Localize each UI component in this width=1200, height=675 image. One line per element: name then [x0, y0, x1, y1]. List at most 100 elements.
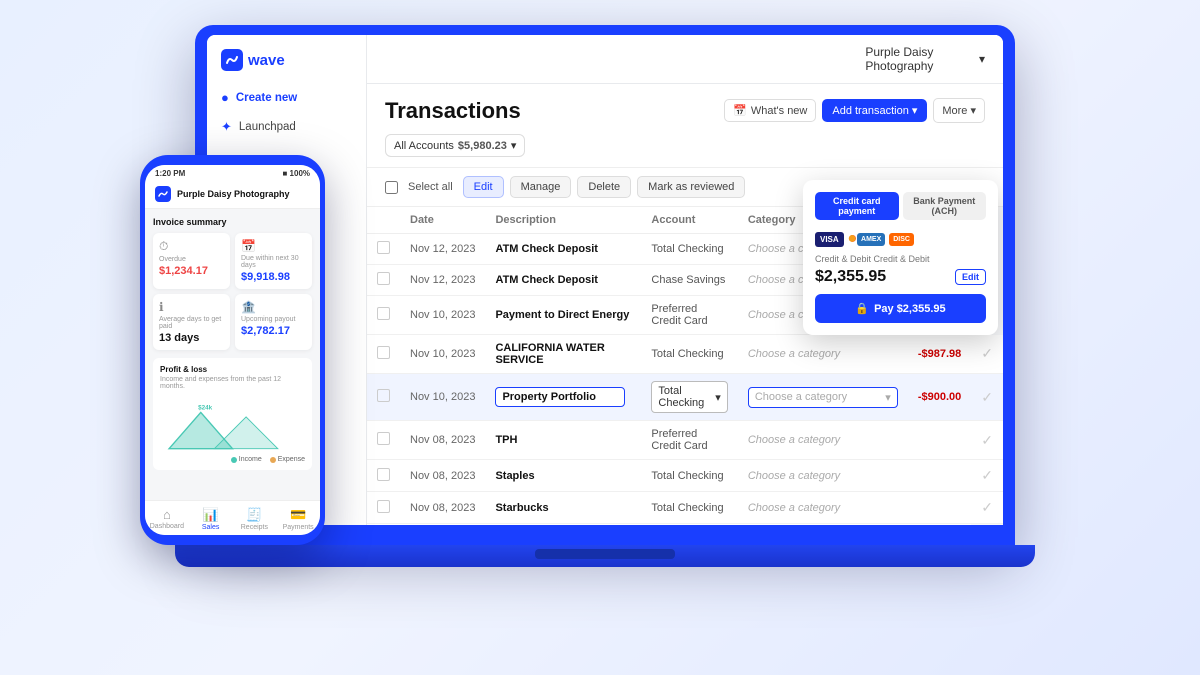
account-dropdown[interactable]: Total Checking ▾	[651, 381, 727, 413]
card-logos: VISA ●● AMEX DISC	[815, 230, 986, 248]
phone-company-name: Purple Daisy Photography	[177, 189, 290, 199]
check-icon[interactable]: ✓	[981, 432, 993, 448]
row-checkbox[interactable]	[377, 500, 390, 513]
tx-date: Nov 12, 2023	[400, 265, 485, 296]
launchpad-button[interactable]: ✦ Launchpad	[207, 112, 366, 142]
nav-receipts[interactable]: 🧾 Receipts	[233, 505, 277, 533]
nav-dashboard[interactable]: ⌂ Dashboard	[145, 505, 189, 533]
check-icon[interactable]: ✓	[981, 345, 993, 361]
nav-sales[interactable]: 📊 Sales	[189, 505, 233, 533]
chevron-down-icon: ▾	[970, 105, 976, 117]
table-row: Nov 10, 2023 CALIFORNIA WATER SERVICE To…	[367, 335, 1003, 374]
row-checkbox[interactable]	[377, 241, 390, 254]
sales-icon: 📊	[203, 507, 219, 523]
tx-description: Starbucks	[485, 492, 641, 524]
expense-dot	[270, 457, 276, 463]
check-icon[interactable]: ✓	[981, 389, 993, 405]
tx-category[interactable]: Choose a category	[738, 460, 908, 492]
filter-row: All Accounts $5,980.23 ▾	[385, 134, 985, 157]
company-label: Purple Daisy Photography	[865, 45, 975, 73]
row-checkbox[interactable]	[377, 389, 390, 402]
tx-description: ATM Check Deposit	[485, 234, 641, 265]
pnl-subtitle: Income and expenses from the past 12 mon…	[160, 376, 305, 390]
wave-wordmark: wave	[248, 52, 285, 69]
check-icon[interactable]: ✓	[981, 467, 993, 483]
tx-date: Nov 10, 2023	[400, 296, 485, 335]
topbar: Purple Daisy Photography ▾	[367, 35, 1003, 84]
row-checkbox[interactable]	[377, 346, 390, 359]
mastercard-logo: ●●	[848, 230, 853, 248]
table-row-editing: Nov 10, 2023 Total Checking ▾	[367, 374, 1003, 421]
table-row: Nov 08, 2023 Starbucks Total Checking Ch…	[367, 492, 1003, 524]
tx-account: Preferred Credit Card	[641, 421, 737, 460]
tx-date: Nov 08, 2023	[400, 492, 485, 524]
nav-payments[interactable]: 💳 Payments	[276, 505, 320, 533]
avg-label: Average days to get paid	[159, 316, 224, 330]
tx-description: TPH	[485, 421, 641, 460]
whats-new-button[interactable]: 📅 What's new	[724, 99, 816, 122]
clock-icon: ⏱	[159, 239, 224, 254]
phone-body: Invoice summary ⏱ Overdue $1,234.17 📅 Du…	[145, 209, 320, 500]
edit-payment-button[interactable]: Edit	[955, 269, 986, 285]
tx-date: Nov 05, 2023	[400, 524, 485, 526]
description-input[interactable]	[495, 387, 625, 407]
pay-button[interactable]: 🔒 Pay $2,355.95	[815, 294, 986, 323]
wave-logo-icon	[221, 49, 243, 71]
select-all-label: Select all	[408, 181, 453, 193]
tx-category[interactable]: Choose a category	[738, 335, 908, 374]
invoice-title: Invoice summary	[153, 217, 312, 227]
tx-category[interactable]: Choose a category	[738, 492, 908, 524]
category-dropdown[interactable]: Choose a category ▾	[748, 387, 898, 408]
row-checkbox[interactable]	[377, 468, 390, 481]
tx-category-edit[interactable]: Choose a category ▾	[738, 374, 908, 421]
check-icon[interactable]: ✓	[981, 499, 993, 515]
row-checkbox[interactable]	[377, 272, 390, 285]
overdue-card: ⏱ Overdue $1,234.17	[153, 233, 230, 289]
tx-description: BRANCH DEPOSIT	[485, 524, 641, 526]
pnl-chart: $24k	[160, 396, 305, 456]
tx-account: Preferred Credit Card	[641, 296, 737, 335]
transactions-header: Transactions 📅 What's new Add transactio…	[367, 84, 1003, 168]
svg-text:$24k: $24k	[198, 405, 213, 412]
chevron-down-icon: ▾	[912, 104, 918, 117]
add-transaction-button[interactable]: Add transaction ▾	[822, 99, 927, 122]
phone-time: 1:20 PM	[155, 169, 185, 178]
tx-date: Nov 08, 2023	[400, 421, 485, 460]
delete-button[interactable]: Delete	[577, 176, 631, 198]
tx-amount: -$987.98	[908, 335, 971, 374]
credit-card-tab[interactable]: Credit card payment	[815, 192, 899, 220]
upcoming-value: $2,782.17	[241, 325, 306, 337]
calendar-icon: 📅	[241, 239, 306, 253]
create-icon: ●	[221, 90, 229, 105]
invoice-grid: ⏱ Overdue $1,234.17 📅 Due within next 30…	[153, 233, 312, 350]
phone-logo	[155, 186, 171, 202]
upcoming-card: 🏦 Upcoming payout $2,782.17	[235, 294, 312, 350]
phone-battery: ■ 100%	[282, 169, 310, 178]
discover-logo: DISC	[889, 233, 914, 246]
create-label: Create new	[236, 92, 297, 104]
tx-account-edit[interactable]: Total Checking ▾	[641, 374, 737, 421]
ach-tab[interactable]: Bank Payment (ACH)	[903, 192, 987, 220]
tx-category[interactable]: Choose a category	[738, 421, 908, 460]
table-row: Nov 08, 2023 TPH Preferred Credit Card C…	[367, 421, 1003, 460]
row-checkbox[interactable]	[377, 307, 390, 320]
card-type-label: Credit & Debit Credit & Debit	[815, 254, 986, 264]
account-select[interactable]: All Accounts $5,980.23 ▾	[385, 134, 525, 157]
manage-button[interactable]: Manage	[510, 176, 572, 198]
tx-date: Nov 12, 2023	[400, 234, 485, 265]
create-new-button[interactable]: ● Create new	[207, 83, 366, 112]
chevron-down-icon: ▾	[715, 391, 721, 404]
calendar-icon: 📅	[733, 104, 747, 117]
more-button[interactable]: More ▾	[933, 98, 985, 123]
overdue-value: $1,234.17	[159, 265, 224, 277]
tx-account: Total Checking	[641, 492, 737, 524]
tx-date: Nov 10, 2023	[400, 374, 485, 421]
mark-reviewed-button[interactable]: Mark as reviewed	[637, 176, 745, 198]
select-all-checkbox[interactable]	[385, 181, 398, 194]
laptop-screen: wave ● Create new ✦ Launchpad	[207, 35, 1003, 525]
income-dot	[231, 457, 237, 463]
col-account: Account	[641, 207, 737, 234]
edit-button[interactable]: Edit	[463, 176, 504, 198]
row-checkbox[interactable]	[377, 432, 390, 445]
tx-description-edit[interactable]	[485, 374, 641, 421]
